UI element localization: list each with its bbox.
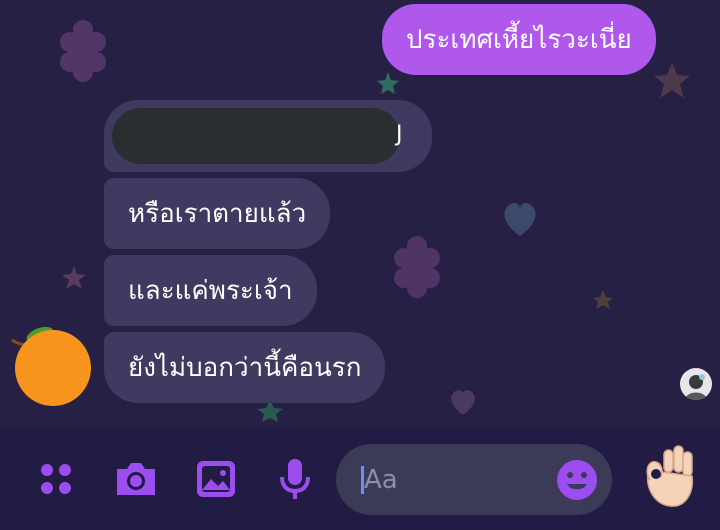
incoming-message-bubble[interactable]: และแค่พระเจ้า [104, 255, 317, 326]
message-input[interactable] [362, 456, 556, 504]
camera-icon[interactable] [112, 455, 160, 503]
redacted-text-block [112, 108, 400, 164]
message-trailing-glyph: J [396, 122, 403, 147]
message-text: หรือเราตายแล้ว [128, 198, 307, 229]
emoji-icon[interactable] [555, 458, 599, 502]
seen-receipt-avatar [680, 368, 712, 400]
message-text: ยังไม่บอกว่านี้คือนรก [128, 352, 362, 383]
microphone-icon[interactable] [271, 455, 319, 503]
contact-avatar-orange-icon[interactable] [10, 324, 96, 406]
message-input-container[interactable] [336, 444, 612, 515]
incoming-message-bubble[interactable]: ยังไม่บอกว่านี้คือนรก [104, 332, 386, 403]
apps-icon[interactable] [32, 455, 80, 503]
incoming-message-bubble[interactable]: หรือเราตายแล้ว [104, 178, 331, 249]
message-text: และแค่พระเจ้า [128, 275, 293, 306]
outgoing-message-bubble[interactable]: ประเทศเหี้ยไรวะเนี่ย [382, 4, 656, 75]
incoming-message-bubble[interactable]: J [104, 100, 432, 172]
gallery-icon[interactable] [192, 455, 240, 503]
ok-hand-icon[interactable] [640, 444, 696, 510]
message-text: ประเทศเหี้ยไรวะเนี่ย [406, 24, 632, 55]
message-composer-bar [0, 428, 720, 530]
